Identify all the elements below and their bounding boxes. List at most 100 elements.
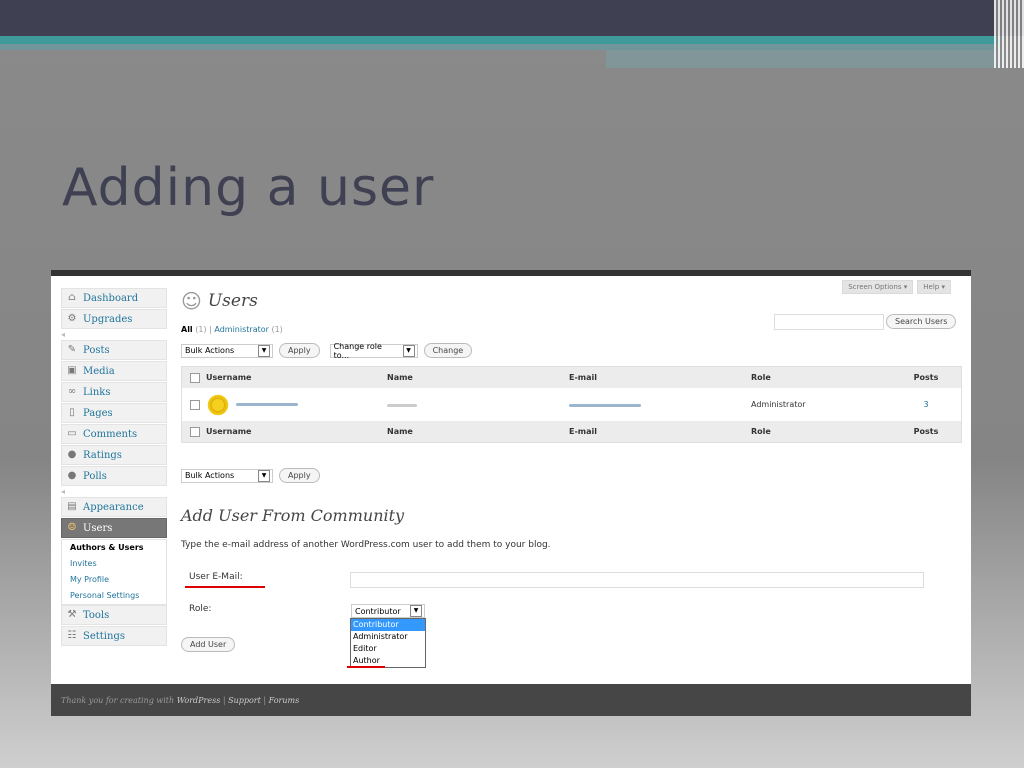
submenu-authors-users[interactable]: Authors & Users [62,540,166,556]
menu-label: Settings [83,630,125,642]
menu-item-dashboard[interactable]: ⌂ Dashboard [61,288,167,308]
screen-meta-tabs: Screen Options ▾ Help ▾ [842,280,951,294]
col-role-footer[interactable]: Role [751,427,891,436]
bulk-actions-bottom: Bulk Actions ▼ Apply [181,468,320,483]
col-role[interactable]: Role [751,373,891,382]
menu-item-appearance[interactable]: ▤ Appearance [61,497,167,517]
submenu-my-profile[interactable]: My Profile [62,572,166,588]
slide-accent-bar-3 [606,50,1006,68]
pages-icon: ▯ [69,407,75,418]
chevron-down-icon: ▼ [258,469,270,482]
apply-button[interactable]: Apply [279,343,320,358]
role-option-contributor[interactable]: Contributor [351,619,425,631]
user-filters: All (1) | Administrator (1) [181,325,283,334]
select-all-checkbox-footer[interactable] [190,426,200,437]
filter-all[interactable]: All [181,325,193,334]
change-button[interactable]: Change [423,343,473,358]
menu-item-posts[interactable]: ✎ Posts [61,340,167,360]
role-option-editor[interactable]: Editor [351,643,425,655]
col-name[interactable]: Name [387,373,569,382]
row-role: Administrator [751,400,806,409]
filter-all-count: (1) [195,325,207,334]
change-role-select[interactable]: Change role to... ▼ [329,342,418,360]
add-user-button[interactable]: Add User [181,637,236,652]
role-dropdown-list: Contributor Administrator Editor Author [350,618,426,668]
footer-support-link[interactable]: Support [228,696,261,705]
users-icon: ☺ [181,289,202,313]
footer-sep: | [263,695,267,705]
submenu-invites[interactable]: Invites [62,556,166,572]
help-tab[interactable]: Help ▾ [917,280,951,294]
screenshot-panel: ⌂ Dashboard ⚙ Upgrades ◂ ✎ Posts ▣ Media ∞ Li… [51,270,971,716]
menu-label: Pages [83,407,113,419]
select-all-checkbox[interactable] [190,372,200,383]
footer-sep: | [222,695,226,705]
menu-separator: ◂ [61,487,66,496]
col-name-footer[interactable]: Name [387,427,569,436]
circle-icon: ● [67,449,77,460]
menu-item-settings[interactable]: ☷ Settings [61,626,167,646]
screen-options-label: Screen Options [848,283,902,291]
menu-item-media[interactable]: ▣ Media [61,361,167,381]
menu-label: Ratings [83,449,122,461]
filter-separator: | [209,325,212,334]
menu-item-links[interactable]: ∞ Links [61,382,167,402]
bulk-actions-select-bottom[interactable]: Bulk Actions ▼ [181,468,273,483]
row-posts-link[interactable]: 3 [891,400,961,409]
role-select[interactable]: Contributor ▼ [351,604,425,618]
role-select-value: Contributor [355,606,401,616]
menu-item-pages[interactable]: ▯ Pages [61,403,167,423]
menu-label: Posts [83,344,110,356]
admin-footer: Thank you for creating with WordPress | … [51,684,971,716]
menu-label: Dashboard [83,292,139,304]
menu-item-users[interactable]: ☺ Users [61,518,167,538]
menu-item-comments[interactable]: ▭ Comments [61,424,167,444]
admin-top-line [51,270,971,276]
avatar [206,392,230,417]
bulk-actions-select[interactable]: Bulk Actions ▼ [181,343,273,358]
email-label: User E-Mail: [189,572,243,582]
email-field[interactable] [350,572,924,588]
apply-button-bottom[interactable]: Apply [279,468,320,483]
col-username[interactable]: Username [206,373,251,382]
filter-administrator[interactable]: Administrator [214,325,269,334]
users-icon: ☺ [67,522,77,533]
footer-forums-link[interactable]: Forums [269,696,300,705]
col-username-footer[interactable]: Username [206,427,251,436]
page-heading: ☺ Users [181,288,258,314]
search-users-button[interactable]: Search Users [886,314,957,329]
menu-label: Polls [83,470,107,482]
help-label: Help [923,283,940,291]
bulk-actions-value: Bulk Actions [185,346,235,355]
chevron-down-icon: ▼ [402,344,415,357]
col-posts[interactable]: Posts [891,373,961,382]
search-input[interactable] [774,314,884,330]
slide-accent-bar [0,36,1000,44]
col-email[interactable]: E-mail [569,373,751,382]
menu-item-polls[interactable]: ● Polls [61,466,167,486]
footer-wordpress-link[interactable]: WordPress [177,696,221,705]
role-option-administrator[interactable]: Administrator [351,631,425,643]
media-icon: ▣ [67,365,77,376]
screen-options-tab[interactable]: Screen Options ▾ [842,280,914,294]
menu-item-ratings[interactable]: ● Ratings [61,445,167,465]
author-underline-annotation [347,666,385,668]
menu-item-upgrades[interactable]: ⚙ Upgrades [61,309,167,329]
col-email-footer[interactable]: E-mail [569,427,751,436]
table-footer: Username Name E-mail Role Posts [182,421,961,442]
submenu-personal-settings[interactable]: Personal Settings [62,588,166,604]
pin-icon: ✎ [67,344,77,355]
row-checkbox[interactable] [190,399,200,410]
col-posts-footer[interactable]: Posts [891,427,961,436]
menu-label: Users [83,522,113,534]
settings-icon: ☷ [67,630,77,641]
menu-label: Appearance [83,501,144,513]
username-redacted[interactable] [236,403,298,406]
link-icon: ∞ [67,386,77,397]
menu-item-tools[interactable]: ⚒ Tools [61,605,167,625]
email-redacted[interactable] [569,404,641,407]
filter-admin-count: (1) [271,325,283,334]
chevron-down-icon: ▼ [410,605,422,617]
home-icon: ⌂ [68,292,76,303]
tools-icon: ⚒ [67,609,77,620]
